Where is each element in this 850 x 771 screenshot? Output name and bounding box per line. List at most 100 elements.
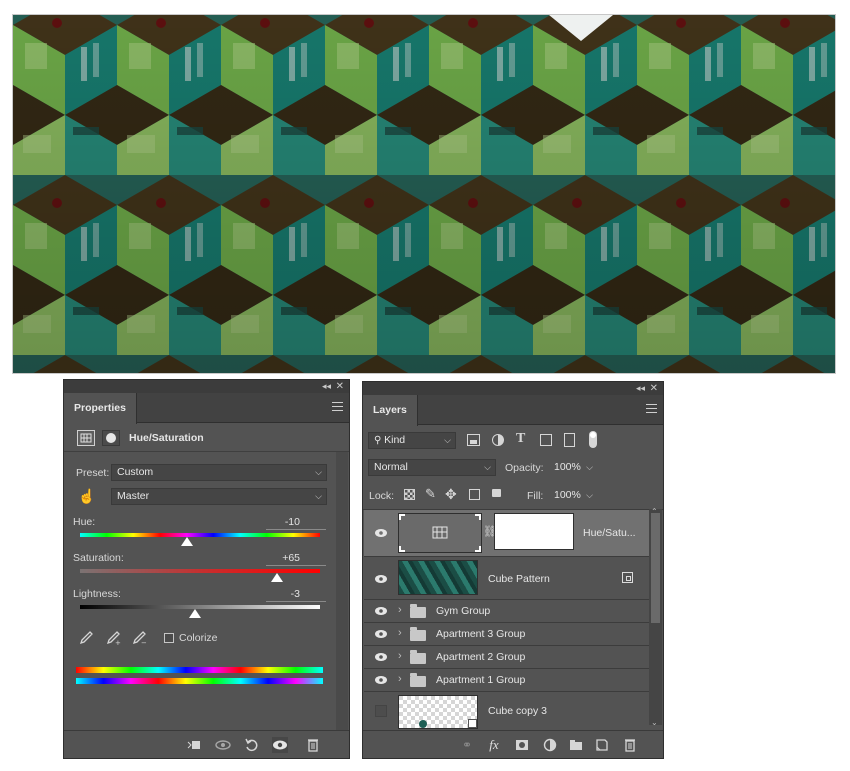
lock-all-icon[interactable] [492,489,501,497]
layers-scrollbar[interactable]: ⌃ ⌄ [649,507,662,727]
layer-row-gym-group[interactable]: › Gym Group [364,600,650,623]
layer-row-apartment-1-group[interactable]: › Apartment 1 Group [364,669,650,692]
layer-row-cube-pattern[interactable]: Cube Pattern [364,557,650,600]
filter-type-icon[interactable]: T [516,431,525,447]
adjustment-title: Hue/Saturation [129,432,204,444]
eye-icon[interactable] [374,629,388,639]
adjustment-thumbnail[interactable] [398,513,482,553]
folder-icon [410,627,426,641]
lock-artboard-icon[interactable] [469,489,480,500]
eye-icon[interactable] [374,652,388,662]
hue-saturation-icon [432,526,448,539]
visibility-toggle-icon[interactable] [272,737,288,753]
collapse-icon[interactable]: ◂◂ [636,382,645,395]
add-mask-icon[interactable] [514,737,530,753]
close-icon[interactable]: ✕ [336,380,344,393]
collapse-icon[interactable]: ◂◂ [322,380,331,393]
layer-name[interactable]: Hue/Satu... [583,527,636,539]
eye-icon[interactable] [374,574,388,584]
colorize-checkbox[interactable] [164,633,174,643]
fx-icon[interactable]: fx [486,737,502,753]
panel-menu-icon[interactable] [332,402,343,411]
eye-icon[interactable] [374,675,388,685]
filter-pixel-icon[interactable] [467,434,480,446]
hue-slider-thumb[interactable] [181,537,193,546]
layer-name[interactable]: Apartment 3 Group [436,628,525,640]
layer-row-apartment-3-group[interactable]: › Apartment 3 Group [364,623,650,646]
layer-name[interactable]: Cube Pattern [488,573,550,585]
layer-mask-thumbnail[interactable] [494,513,574,550]
layer-name[interactable]: Gym Group [436,605,490,617]
filter-smart-object-icon[interactable] [564,433,575,447]
fill-value: 100% [554,489,581,501]
saturation-slider-track[interactable] [80,569,320,573]
eyedropper-minus-icon[interactable]: − [131,630,147,647]
trash-icon[interactable] [305,737,321,753]
filter-kind-dropdown[interactable]: ⚲ Kind ⌵ [368,432,456,449]
visibility-off-box[interactable] [375,705,387,717]
lock-position-icon[interactable]: ✥ [445,486,457,503]
adjustment-icon[interactable] [77,430,95,446]
scroll-down-icon[interactable]: ⌄ [651,718,658,727]
opacity-label: Opacity: [505,462,544,474]
blend-mode-dropdown[interactable]: Normal ⌵ [368,459,496,476]
tab-layers[interactable]: Layers [363,395,418,426]
pattern-thumbnail[interactable] [398,560,478,595]
search-icon: ⚲ [374,435,385,446]
new-layer-icon[interactable] [594,737,610,753]
folder-icon [410,650,426,664]
panel-menu-icon[interactable] [646,404,657,413]
view-previous-icon[interactable] [214,737,231,753]
smart-object-thumbnail[interactable] [398,695,478,729]
mask-icon[interactable] [102,430,120,446]
eye-icon[interactable] [374,528,388,538]
eyedropper-icon[interactable] [78,630,94,646]
svg-text:−: − [141,639,147,646]
panel-topbar: ◂◂ ✕ [363,382,663,395]
close-icon[interactable]: ✕ [650,382,658,395]
layer-name[interactable]: Cube copy 3 [488,705,547,717]
eye-icon[interactable] [374,606,388,616]
layer-row-hue-saturation[interactable]: ⛓ Hue/Satu... [364,510,650,557]
channel-value: Master [117,490,150,502]
expand-arrow-icon[interactable]: › [398,627,402,639]
layer-name[interactable]: Apartment 2 Group [436,651,525,663]
lock-brush-icon[interactable]: ✎ [425,486,436,502]
chevron-down-icon: ⌵ [444,435,451,445]
reset-icon[interactable] [244,737,260,753]
filter-adjustment-icon[interactable] [492,434,504,446]
layer-name[interactable]: Apartment 1 Group [436,674,525,686]
expand-arrow-icon[interactable]: › [398,650,402,662]
filter-shape-icon[interactable] [540,434,552,446]
lightness-label: Lightness: [73,588,121,600]
hue-slider-track[interactable] [80,533,320,537]
layer-row-cube-copy-3[interactable]: Cube copy 3 [364,692,650,729]
preset-dropdown[interactable]: Custom ⌵ [111,464,327,481]
lightness-slider-thumb[interactable] [189,609,201,618]
hue-value[interactable]: -10 [264,516,300,528]
properties-panel: ◂◂ ✕ Properties Hue/Saturation Preset: C… [63,379,350,759]
smart-object-badge-icon [468,719,477,728]
hand-target-icon[interactable]: ☝ [78,488,95,506]
saturation-value[interactable]: +65 [264,552,300,564]
panel-scrollbar[interactable] [336,452,348,730]
adjustment-header: Hue/Saturation [64,424,349,452]
new-adjustment-icon[interactable] [542,737,558,753]
scroll-up-icon[interactable]: ⌃ [651,507,658,516]
fill-field[interactable]: 100% ⌵ [548,487,598,504]
expand-arrow-icon[interactable]: › [398,604,402,616]
channel-dropdown[interactable]: Master ⌵ [111,488,327,505]
tab-properties[interactable]: Properties [64,393,137,424]
opacity-field[interactable]: 100% ⌵ [548,459,598,476]
saturation-slider-thumb[interactable] [271,573,283,582]
layer-row-apartment-2-group[interactable]: › Apartment 2 Group [364,646,650,669]
clip-to-layer-icon[interactable] [186,737,202,753]
expand-arrow-icon[interactable]: › [398,673,402,685]
eyedropper-plus-icon[interactable]: + [105,630,121,647]
trash-icon[interactable] [622,737,638,753]
lightness-value[interactable]: -3 [264,588,300,600]
new-group-icon[interactable] [568,737,584,753]
lock-transparent-icon[interactable] [404,489,415,500]
link-layers-icon[interactable]: ⚭ [459,737,475,753]
filter-toggle-icon[interactable] [589,431,597,448]
